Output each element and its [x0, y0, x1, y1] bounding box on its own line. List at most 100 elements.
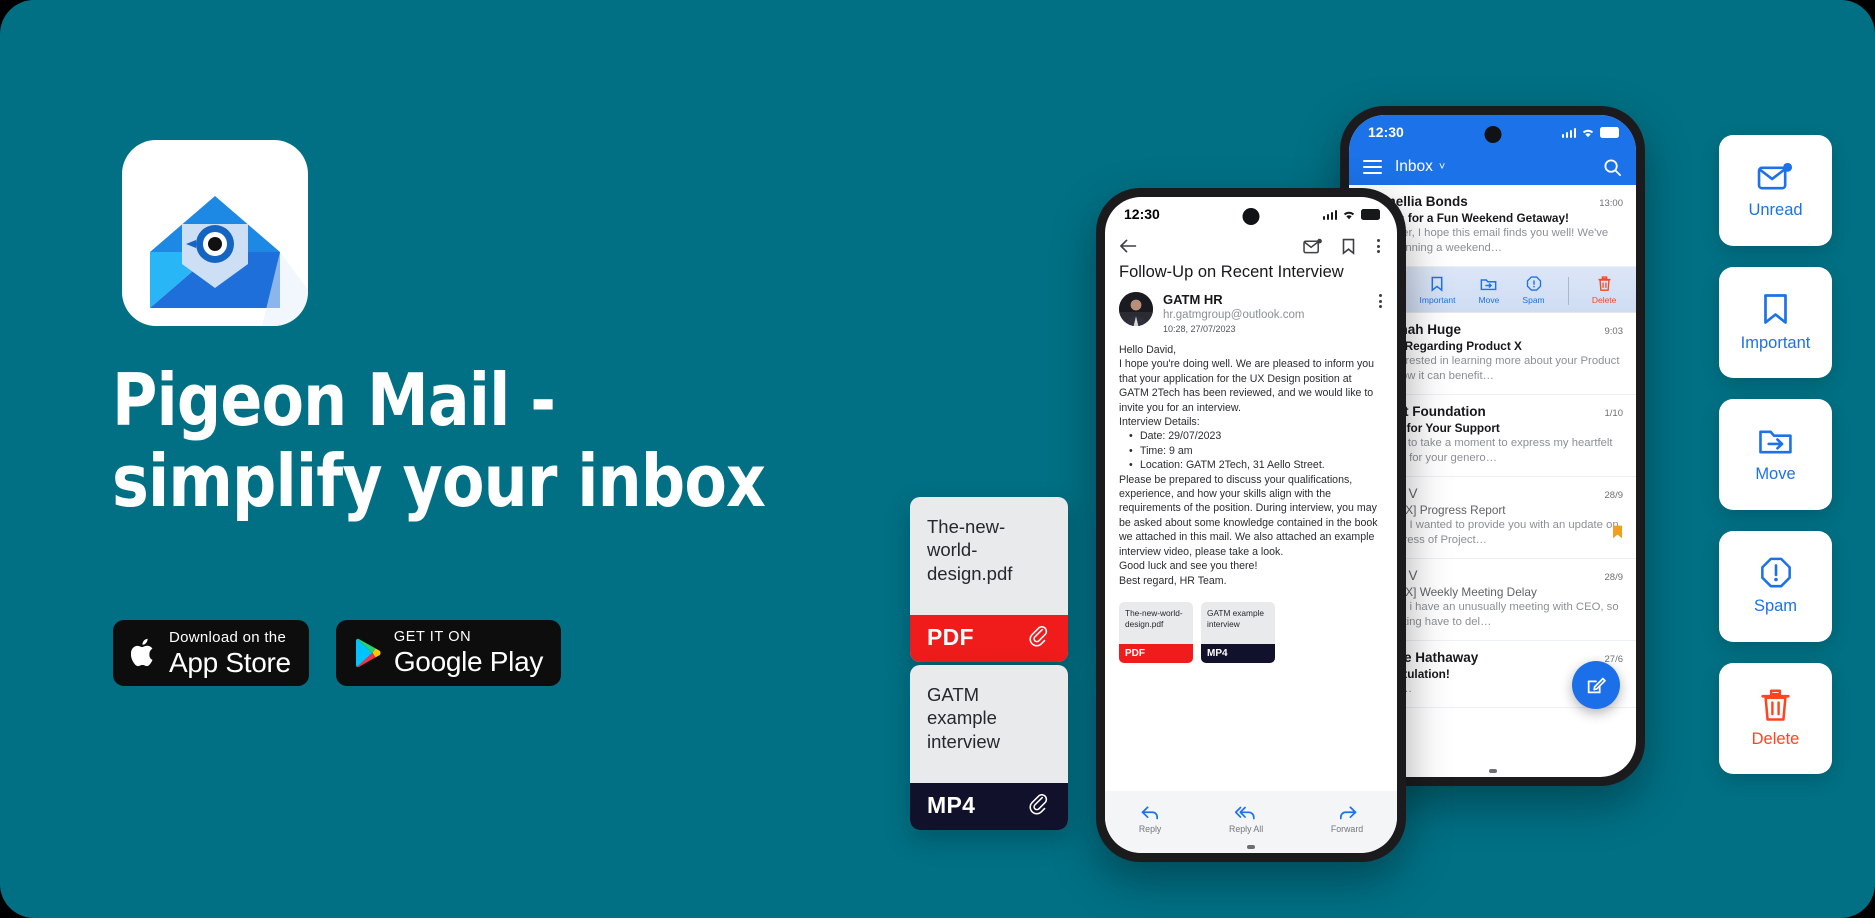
camera-punch-hole — [1242, 208, 1260, 225]
battery-full-icon — [1600, 127, 1619, 138]
wifi-icon — [1343, 211, 1355, 219]
headline-line-1: Pigeon Mail - — [112, 358, 556, 442]
google-play-icon — [355, 638, 381, 668]
google-play-badge[interactable]: GET IT ON Google Play — [335, 620, 562, 686]
email-detail-phone-mockup: 12:30 Follow-Up on Recent Interview GATM… — [1096, 188, 1406, 862]
attachment-chip-pdf[interactable]: The-new-world-design.pdf PDF — [1119, 601, 1193, 663]
sender-email: hr.gatmgroup@outlook.com — [1163, 309, 1305, 321]
reply-button[interactable]: Reply — [1139, 805, 1161, 834]
swipe-action-label: Spam — [1522, 295, 1545, 306]
google-play-badge-small: GET IT ON — [393, 628, 472, 645]
trash-icon — [1761, 689, 1790, 721]
bookmark-icon — [1432, 276, 1443, 292]
forward-arrow-icon — [1339, 805, 1356, 819]
attachment-name: The-new-world-design.pdf — [1125, 607, 1183, 629]
avatar — [1119, 292, 1153, 326]
spam-octagon-icon — [1526, 276, 1541, 291]
google-play-badge-large: Google Play — [393, 646, 544, 678]
body-closing-2: Best regard, HR Team. — [1119, 574, 1227, 587]
list-item: Time: 9 am — [1129, 444, 1383, 459]
apple-logo-icon — [131, 638, 153, 667]
email-body: Hello David, I hope you're doing well. W… — [1105, 343, 1397, 588]
store-badges: Download on the App Store GET IT ON Goog… — [113, 620, 562, 686]
body-closing-1: Good luck and see you there! — [1119, 560, 1258, 573]
swipe-action-spam[interactable]: Spam — [1522, 276, 1545, 306]
feature-card-spam[interactable]: Spam — [1719, 531, 1832, 642]
sender-avatar-photo — [1119, 292, 1153, 326]
app-store-badge-large: App Store — [169, 646, 291, 678]
timestamp: 1/10 — [1604, 408, 1624, 420]
list-item: Location: GATM 2Tech, 31 Aello Street. — [1129, 458, 1383, 473]
wifi-icon — [1582, 129, 1594, 137]
swipe-action-delete[interactable]: Delete — [1591, 276, 1617, 306]
timestamp: 28/9 — [1604, 572, 1624, 584]
body-greeting: Hello David, — [1119, 344, 1177, 356]
battery-full-icon — [1361, 209, 1380, 220]
timestamp: 9:03 — [1604, 326, 1624, 338]
timestamp: 13:00 — [1599, 198, 1623, 209]
attachment-chips: The-new-world-design.pdf PDF GATM exampl… — [1105, 588, 1397, 663]
forward-button[interactable]: Forward — [1331, 805, 1363, 834]
sender-name: Javis V — [1374, 486, 1418, 502]
attachment-type: MP4 — [1201, 643, 1275, 663]
home-indicator — [1488, 769, 1497, 773]
email-detail-toolbar — [1105, 231, 1397, 263]
status-time: 12:30 — [1368, 124, 1404, 140]
attachment-card-mp4[interactable]: GATM example interview MP4 — [910, 665, 1068, 830]
inbox-folder-selector[interactable]: Inbox ˅ — [1395, 158, 1590, 176]
app-store-badge[interactable]: Download on the App Store — [113, 620, 309, 686]
signal-bars-icon — [1322, 209, 1337, 220]
swipe-action-important[interactable]: Important — [1420, 276, 1455, 305]
page-title: Pigeon Mail - simplify your inbox — [112, 360, 826, 521]
attachment-footer: PDF — [910, 614, 1068, 662]
feature-card-move[interactable]: Move — [1719, 399, 1832, 510]
attachment-type: PDF — [1119, 643, 1193, 663]
attachment-type: PDF — [927, 623, 974, 650]
feature-card-important[interactable]: Important — [1719, 267, 1832, 378]
chevron-down-icon: ˅ — [1438, 161, 1446, 173]
body-paragraph-1: I hope you're doing well. We are pleased… — [1119, 358, 1375, 414]
sender-name: Amellia Bonds — [1374, 194, 1468, 209]
search-icon[interactable] — [1603, 158, 1622, 177]
app-store-badge-small: Download on the — [169, 628, 287, 646]
bookmark-icon[interactable] — [1341, 238, 1356, 255]
trash-icon — [1598, 276, 1611, 291]
move-folder-icon — [1759, 430, 1792, 453]
feature-label: Unread — [1748, 200, 1803, 219]
attachment-card-pdf[interactable]: The-new-world-design.pdf PDF — [910, 497, 1068, 662]
timestamp: 28/9 — [1604, 490, 1624, 502]
compose-button[interactable] — [1572, 661, 1620, 709]
email-subject: Follow-Up on Recent Interview — [1119, 263, 1344, 281]
message-options-icon[interactable] — [1376, 292, 1385, 310]
hamburger-menu-icon[interactable] — [1363, 160, 1382, 174]
attachment-chip-mp4[interactable]: GATM example interview MP4 — [1201, 601, 1275, 663]
inbox-folder-label: Inbox — [1395, 158, 1433, 175]
pigeon-mail-app-icon — [122, 140, 308, 326]
compose-pencil-icon — [1587, 677, 1606, 694]
feature-label: Important — [1740, 333, 1811, 352]
reply-all-label: Reply All — [1228, 823, 1264, 834]
interview-details-list: Date: 29/07/2023 Time: 9 am Location: GA… — [1119, 429, 1383, 473]
forward-label: Forward — [1330, 823, 1364, 834]
camera-punch-hole — [1484, 126, 1501, 143]
signal-bars-icon — [1561, 127, 1576, 138]
kebab-menu-icon[interactable] — [1374, 237, 1383, 255]
swipe-action-label: Delete — [1591, 295, 1617, 306]
envelope-eye-logo-icon — [150, 196, 308, 326]
attachment-name: GATM example interview — [1207, 607, 1265, 629]
feature-card-delete[interactable]: Delete — [1719, 663, 1832, 774]
sender-meta: GATM HR hr.gatmgroup@outlook.com 10:28, … — [1163, 292, 1366, 334]
sender-name: Heart Foundation — [1374, 404, 1486, 420]
bookmark-filled-icon — [1613, 525, 1622, 539]
feature-label: Move — [1755, 464, 1796, 483]
swipe-action-move[interactable]: Move — [1478, 276, 1500, 306]
email-timestamp: 10:28, 27/07/2023 — [1163, 324, 1236, 334]
swipe-action-label: Move — [1478, 295, 1500, 306]
unread-envelope-icon[interactable] — [1303, 238, 1323, 255]
reply-all-button[interactable]: Reply All — [1229, 805, 1263, 834]
feature-card-unread[interactable]: Unread — [1719, 135, 1832, 246]
back-arrow-icon[interactable] — [1119, 238, 1138, 254]
headline-line-2: simplify your inbox — [112, 438, 766, 523]
sender-name: Annie Hathaway — [1374, 650, 1479, 666]
flag-badge[interactable] — [1612, 525, 1623, 544]
